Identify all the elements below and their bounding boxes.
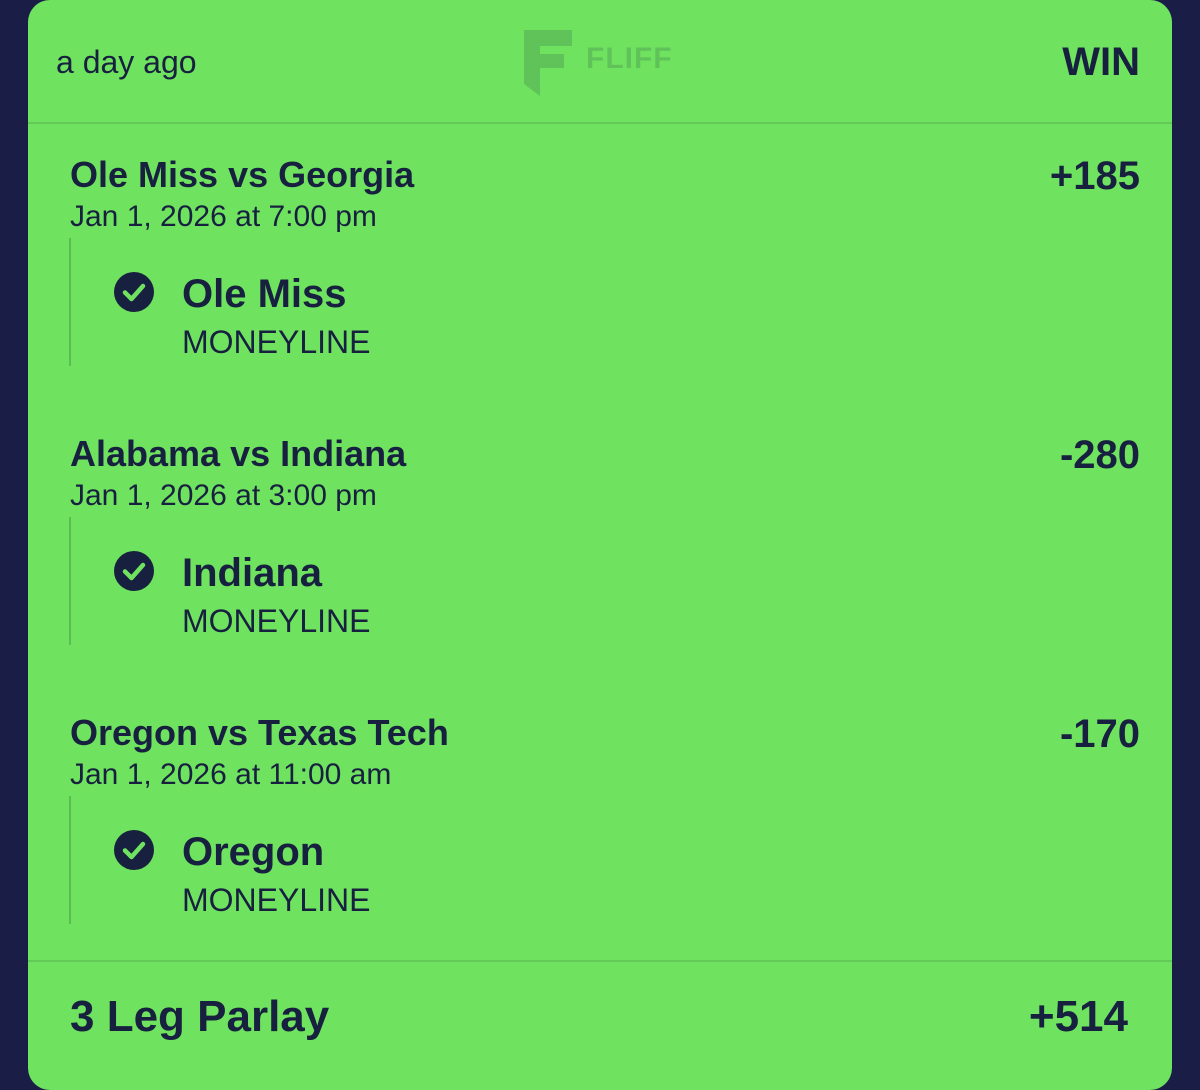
bet-status-badge: WIN xyxy=(1062,40,1140,84)
leg-game-time: Jan 1, 2026 at 11:00 am xyxy=(70,758,392,791)
parlay-leg[interactable]: Oregon vs Texas Tech -170 Jan 1, 2026 at… xyxy=(28,712,1172,942)
time-ago-label: a day ago xyxy=(56,44,197,80)
bet-slip-card[interactable]: a day ago FLIFF WIN Ole Miss vs Georgia … xyxy=(28,0,1172,1090)
bet-header: a day ago FLIFF WIN xyxy=(28,0,1172,124)
parlay-leg[interactable]: Alabama vs Indiana -280 Jan 1, 2026 at 3… xyxy=(28,433,1172,663)
leg-connector-line xyxy=(69,796,71,924)
leg-market: MONEYLINE xyxy=(182,324,371,360)
leg-odds: -280 xyxy=(1059,433,1140,477)
check-circle-icon xyxy=(114,272,154,312)
check-circle-icon xyxy=(114,830,154,870)
leg-connector-line xyxy=(69,238,71,366)
leg-matchup: Alabama vs Indiana xyxy=(70,433,407,474)
leg-odds: +185 xyxy=(1049,154,1140,198)
parlay-label: 3 Leg Parlay xyxy=(70,992,330,1041)
parlay-odds: +514 xyxy=(1028,992,1128,1041)
leg-matchup: Oregon vs Texas Tech xyxy=(70,712,449,753)
leg-connector-line xyxy=(69,517,71,645)
leg-game-time: Jan 1, 2026 at 3:00 pm xyxy=(70,479,377,512)
parlay-summary: 3 Leg Parlay +514 xyxy=(28,960,1172,1090)
fliff-logo-icon xyxy=(524,30,572,96)
check-circle-icon xyxy=(114,551,154,591)
leg-market: MONEYLINE xyxy=(182,882,371,918)
leg-odds: -170 xyxy=(1059,712,1140,756)
fliff-watermark: FLIFF xyxy=(520,26,700,98)
brand-name: FLIFF xyxy=(586,42,673,75)
parlay-leg[interactable]: Ole Miss vs Georgia +185 Jan 1, 2026 at … xyxy=(28,154,1172,384)
leg-game-time: Jan 1, 2026 at 7:00 pm xyxy=(70,200,377,233)
leg-pick: Ole Miss xyxy=(182,272,347,316)
leg-pick: Indiana xyxy=(182,551,323,595)
leg-market: MONEYLINE xyxy=(182,603,371,639)
leg-pick: Oregon xyxy=(182,830,325,874)
leg-matchup: Ole Miss vs Georgia xyxy=(70,154,415,195)
